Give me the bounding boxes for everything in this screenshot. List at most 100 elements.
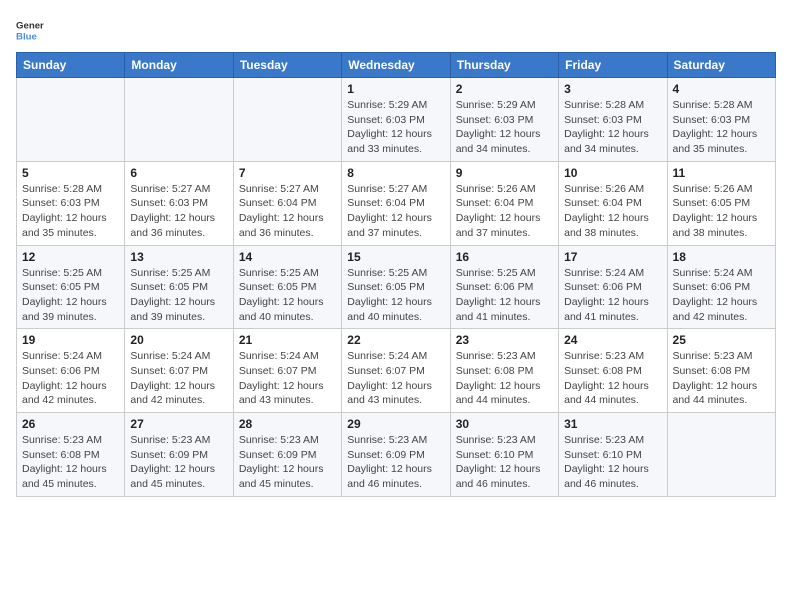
calendar-cell: 6 Sunrise: 5:27 AMSunset: 6:03 PMDaylight… [125,161,233,245]
day-number: 31 [564,417,661,431]
day-number: 2 [456,82,553,96]
day-number: 29 [347,417,444,431]
calendar-cell: 17 Sunrise: 5:24 AMSunset: 6:06 PMDayligh… [559,245,667,329]
calendar-cell: 10 Sunrise: 5:26 AMSunset: 6:04 PMDayligh… [559,161,667,245]
day-number: 1 [347,82,444,96]
day-info: Sunrise: 5:23 AMSunset: 6:08 PMDaylight:… [22,433,119,492]
day-number: 16 [456,250,553,264]
calendar-cell: 16 Sunrise: 5:25 AMSunset: 6:06 PMDayligh… [450,245,558,329]
day-number: 30 [456,417,553,431]
day-number: 23 [456,333,553,347]
day-info: Sunrise: 5:26 AMSunset: 6:05 PMDaylight:… [673,182,770,241]
day-number: 5 [22,166,119,180]
calendar-cell: 7Sunrise: 5:27 AMSunset: 6:04 PMDaylight… [233,161,341,245]
day-number: 12 [22,250,119,264]
calendar-cell: 22 Sunrise: 5:24 AMSunset: 6:07 PMDayligh… [342,329,450,413]
day-info: Sunrise: 5:23 AMSunset: 6:08 PMDaylight:… [456,349,553,408]
calendar-cell: 9 Sunrise: 5:26 AMSunset: 6:04 PMDaylight… [450,161,558,245]
day-number: 6 [130,166,227,180]
day-info: Sunrise: 5:25 AMSunset: 6:05 PMDaylight:… [347,266,444,325]
calendar-header-friday: Friday [559,53,667,78]
logo-icon: General Blue [16,16,44,44]
calendar-cell: 25 Sunrise: 5:23 AMSunset: 6:08 PMDayligh… [667,329,775,413]
calendar-header-row: SundayMondayTuesdayWednesdayThursdayFrid… [17,53,776,78]
day-number: 9 [456,166,553,180]
calendar-cell [125,78,233,162]
day-info: Sunrise: 5:23 AMSunset: 6:08 PMDaylight:… [564,349,661,408]
day-number: 27 [130,417,227,431]
calendar-cell: 1 Sunrise: 5:29 AMSunset: 6:03 PMDaylight… [342,78,450,162]
day-number: 24 [564,333,661,347]
day-number: 26 [22,417,119,431]
day-number: 18 [673,250,770,264]
calendar-header-monday: Monday [125,53,233,78]
day-number: 19 [22,333,119,347]
calendar-cell: 24 Sunrise: 5:23 AMSunset: 6:08 PMDayligh… [559,329,667,413]
svg-text:Blue: Blue [16,32,37,43]
calendar-cell: 13 Sunrise: 5:25 AMSunset: 6:05 PMDayligh… [125,245,233,329]
day-info: Sunrise: 5:28 AMSunset: 6:03 PMDaylight:… [564,98,661,157]
day-info: Sunrise: 5:24 AMSunset: 6:06 PMDaylight:… [22,349,119,408]
day-info: Sunrise: 5:24 AMSunset: 6:06 PMDaylight:… [564,266,661,325]
calendar-week-3: 12 Sunrise: 5:25 AMSunset: 6:05 PMDayligh… [17,245,776,329]
day-info: Sunrise: 5:27 AMSunset: 6:04 PMDaylight:… [347,182,444,241]
calendar-cell: 30Sunrise: 5:23 AMSunset: 6:10 PMDayligh… [450,413,558,497]
day-info: Sunrise: 5:24 AMSunset: 6:07 PMDaylight:… [347,349,444,408]
calendar-cell: 8Sunrise: 5:27 AMSunset: 6:04 PMDaylight… [342,161,450,245]
day-number: 13 [130,250,227,264]
day-number: 7 [239,166,336,180]
logo: General Blue [16,16,44,44]
calendar-cell: 27Sunrise: 5:23 AMSunset: 6:09 PMDayligh… [125,413,233,497]
calendar-cell: 19 Sunrise: 5:24 AMSunset: 6:06 PMDayligh… [17,329,125,413]
svg-text:General: General [16,20,44,31]
calendar-week-5: 26 Sunrise: 5:23 AMSunset: 6:08 PMDayligh… [17,413,776,497]
calendar-week-2: 5Sunrise: 5:28 AMSunset: 6:03 PMDaylight… [17,161,776,245]
day-info: Sunrise: 5:29 AMSunset: 6:03 PMDaylight:… [347,98,444,157]
calendar-cell: 15Sunrise: 5:25 AMSunset: 6:05 PMDayligh… [342,245,450,329]
calendar-header-thursday: Thursday [450,53,558,78]
calendar-cell: 4Sunrise: 5:28 AMSunset: 6:03 PMDaylight… [667,78,775,162]
calendar-cell: 5Sunrise: 5:28 AMSunset: 6:03 PMDaylight… [17,161,125,245]
page-header: General Blue [16,16,776,44]
calendar-cell: 12 Sunrise: 5:25 AMSunset: 6:05 PMDayligh… [17,245,125,329]
day-number: 28 [239,417,336,431]
calendar-header-saturday: Saturday [667,53,775,78]
day-info: Sunrise: 5:24 AMSunset: 6:07 PMDaylight:… [130,349,227,408]
calendar-cell: 31 Sunrise: 5:23 AMSunset: 6:10 PMDayligh… [559,413,667,497]
day-number: 25 [673,333,770,347]
day-number: 21 [239,333,336,347]
day-number: 10 [564,166,661,180]
day-number: 17 [564,250,661,264]
calendar-header-wednesday: Wednesday [342,53,450,78]
calendar-cell: 18 Sunrise: 5:24 AMSunset: 6:06 PMDayligh… [667,245,775,329]
day-info: Sunrise: 5:24 AMSunset: 6:06 PMDaylight:… [673,266,770,325]
day-info: Sunrise: 5:23 AMSunset: 6:08 PMDaylight:… [673,349,770,408]
day-number: 20 [130,333,227,347]
day-number: 22 [347,333,444,347]
day-number: 4 [673,82,770,96]
calendar-cell: 11 Sunrise: 5:26 AMSunset: 6:05 PMDayligh… [667,161,775,245]
calendar-header-sunday: Sunday [17,53,125,78]
day-info: Sunrise: 5:25 AMSunset: 6:05 PMDaylight:… [130,266,227,325]
calendar-cell: 3 Sunrise: 5:28 AMSunset: 6:03 PMDaylight… [559,78,667,162]
day-info: Sunrise: 5:27 AMSunset: 6:03 PMDaylight:… [130,182,227,241]
day-info: Sunrise: 5:25 AMSunset: 6:05 PMDaylight:… [239,266,336,325]
calendar-cell: 20 Sunrise: 5:24 AMSunset: 6:07 PMDayligh… [125,329,233,413]
day-number: 11 [673,166,770,180]
calendar-cell [233,78,341,162]
day-info: Sunrise: 5:23 AMSunset: 6:09 PMDaylight:… [347,433,444,492]
day-number: 14 [239,250,336,264]
day-info: Sunrise: 5:25 AMSunset: 6:06 PMDaylight:… [456,266,553,325]
calendar-cell: 28Sunrise: 5:23 AMSunset: 6:09 PMDayligh… [233,413,341,497]
calendar-cell [667,413,775,497]
calendar-cell: 23 Sunrise: 5:23 AMSunset: 6:08 PMDayligh… [450,329,558,413]
calendar-header-tuesday: Tuesday [233,53,341,78]
day-info: Sunrise: 5:26 AMSunset: 6:04 PMDaylight:… [456,182,553,241]
calendar-week-4: 19 Sunrise: 5:24 AMSunset: 6:06 PMDayligh… [17,329,776,413]
day-info: Sunrise: 5:25 AMSunset: 6:05 PMDaylight:… [22,266,119,325]
day-info: Sunrise: 5:26 AMSunset: 6:04 PMDaylight:… [564,182,661,241]
calendar-cell [17,78,125,162]
day-info: Sunrise: 5:24 AMSunset: 6:07 PMDaylight:… [239,349,336,408]
day-number: 3 [564,82,661,96]
day-info: Sunrise: 5:23 AMSunset: 6:10 PMDaylight:… [564,433,661,492]
